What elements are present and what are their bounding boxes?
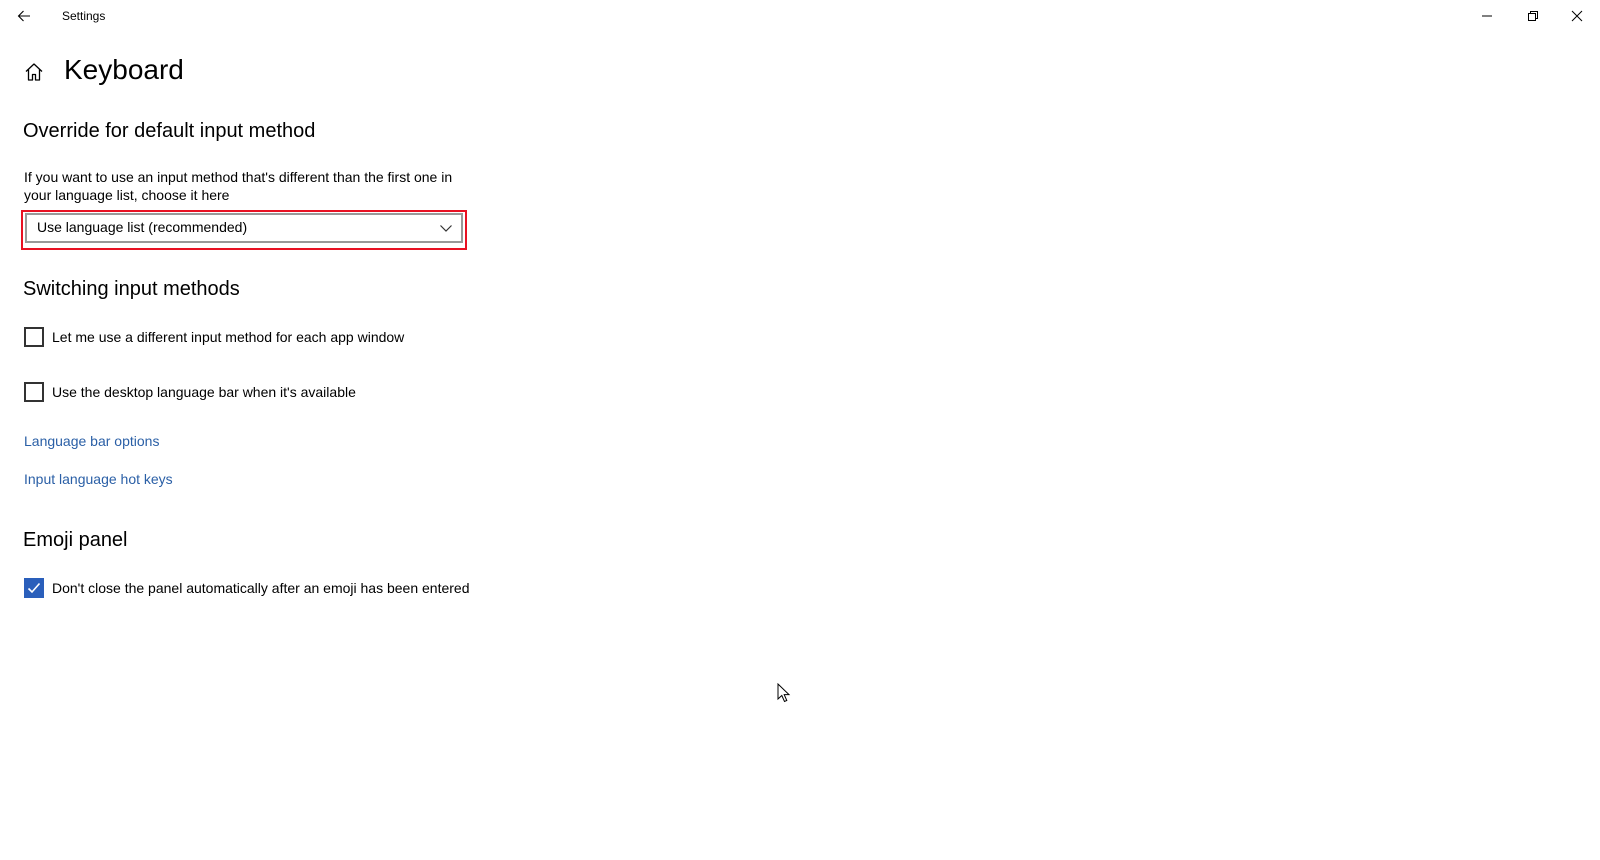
minimize-icon bbox=[1482, 15, 1492, 17]
restore-icon bbox=[1528, 11, 1538, 21]
arrow-left-icon bbox=[17, 10, 30, 22]
emoji-panel-checkbox[interactable] bbox=[24, 578, 44, 598]
mouse-pointer-icon bbox=[777, 683, 791, 703]
window-title: Settings bbox=[62, 9, 106, 23]
home-button[interactable] bbox=[22, 60, 46, 84]
restore-button[interactable] bbox=[1510, 0, 1556, 32]
language-bar-checkbox-row[interactable]: Use the desktop language bar when it's a… bbox=[24, 382, 356, 402]
emoji-panel-checkbox-row[interactable]: Don't close the panel automatically afte… bbox=[24, 578, 469, 598]
input-language-hot-keys-link[interactable]: Input language hot keys bbox=[24, 471, 173, 487]
chevron-down-icon bbox=[439, 221, 453, 235]
language-bar-options-link[interactable]: Language bar options bbox=[24, 433, 159, 449]
override-heading: Override for default input method bbox=[23, 120, 316, 142]
close-icon bbox=[1571, 10, 1583, 22]
checkmark-icon bbox=[27, 582, 41, 594]
input-method-dropdown[interactable]: Use language list (recommended) bbox=[25, 213, 463, 243]
per-app-input-checkbox[interactable] bbox=[24, 327, 44, 347]
checkbox-label: Don't close the panel automatically afte… bbox=[52, 580, 470, 596]
emoji-heading: Emoji panel bbox=[23, 529, 128, 551]
checkbox-label: Let me use a different input method for … bbox=[52, 329, 405, 345]
title-bar: Settings bbox=[0, 0, 1600, 32]
minimize-button[interactable] bbox=[1464, 0, 1510, 32]
per-app-input-checkbox-row[interactable]: Let me use a different input method for … bbox=[24, 327, 404, 347]
close-button[interactable] bbox=[1554, 0, 1600, 32]
override-description: If you want to use an input method that'… bbox=[24, 169, 453, 203]
language-bar-checkbox[interactable] bbox=[24, 382, 44, 402]
home-icon bbox=[25, 63, 43, 81]
switching-heading: Switching input methods bbox=[23, 278, 240, 300]
dropdown-selected-value: Use language list (recommended) bbox=[37, 219, 248, 235]
page-title: Keyboard bbox=[64, 54, 184, 85]
checkbox-label: Use the desktop language bar when it's a… bbox=[52, 384, 356, 400]
back-button[interactable] bbox=[8, 0, 40, 32]
